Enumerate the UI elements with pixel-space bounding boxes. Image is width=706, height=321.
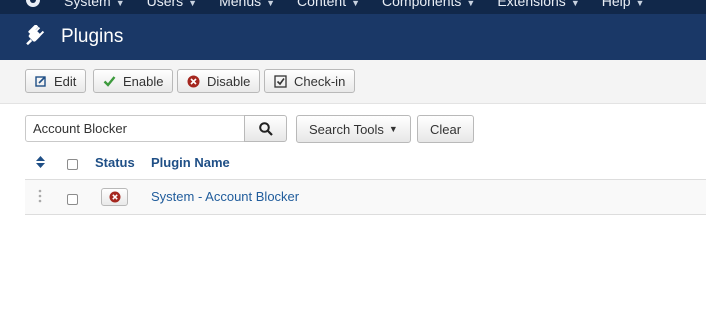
chevron-down-icon: ▼ [635,0,645,8]
divider [25,214,706,215]
top-navbar: System ▼ Users ▼ Menus ▼ Content ▼ Component… [0,0,706,14]
menu-extensions[interactable]: Extensions ▼ [497,0,579,9]
top-menu: System ▼ Users ▼ Menus ▼ Content ▼ Component… [64,0,666,9]
sort-ordering-icon[interactable] [36,156,45,168]
checkbox-icon [274,74,287,88]
menu-system[interactable]: System ▼ [64,0,125,9]
select-all-checkbox[interactable] [67,159,78,170]
status-toggle-button[interactable] [101,188,128,206]
checkmark-icon [103,75,116,87]
toolbar: Edit Enable Disable Check-in [0,60,706,104]
page-title: Plugins [61,26,124,47]
row-checkbox[interactable] [67,194,78,205]
menu-help[interactable]: Help ▼ [602,0,645,9]
disable-button[interactable]: Disable [177,69,261,93]
checkin-button[interactable]: Check-in [264,69,356,93]
chevron-down-icon: ▼ [351,0,361,8]
chevron-down-icon: ▼ [266,0,276,8]
joomla-logo-icon[interactable] [24,0,42,9]
search-button[interactable] [244,115,287,142]
chevron-down-icon: ▼ [388,124,398,134]
page-header: Plugins [0,14,706,60]
chevron-down-icon: ▼ [570,0,580,8]
search-input[interactable] [25,115,245,142]
chevron-down-icon: ▼ [466,0,476,8]
edit-icon [35,75,47,87]
column-header-plugin-name[interactable]: Plugin Name [151,155,230,170]
circle-x-icon [109,191,120,203]
clear-button[interactable]: Clear [417,115,475,143]
menu-components[interactable]: Components ▼ [382,0,475,9]
menu-users[interactable]: Users ▼ [147,0,197,9]
drag-handle-icon[interactable] [38,189,42,203]
enable-button[interactable]: Enable [93,69,174,93]
column-header-status[interactable]: Status [95,155,135,170]
circle-x-icon [187,75,200,88]
edit-button[interactable]: Edit [25,69,87,93]
search-icon [258,121,273,136]
chevron-down-icon: ▼ [115,0,125,8]
search-tools-button[interactable]: Search Tools ▼ [296,115,411,143]
menu-content[interactable]: Content ▼ [297,0,360,9]
plugin-name-link[interactable]: System - Account Blocker [151,189,299,204]
chevron-down-icon: ▼ [188,0,198,8]
menu-menus[interactable]: Menus ▼ [219,0,275,9]
plug-icon [26,25,45,46]
